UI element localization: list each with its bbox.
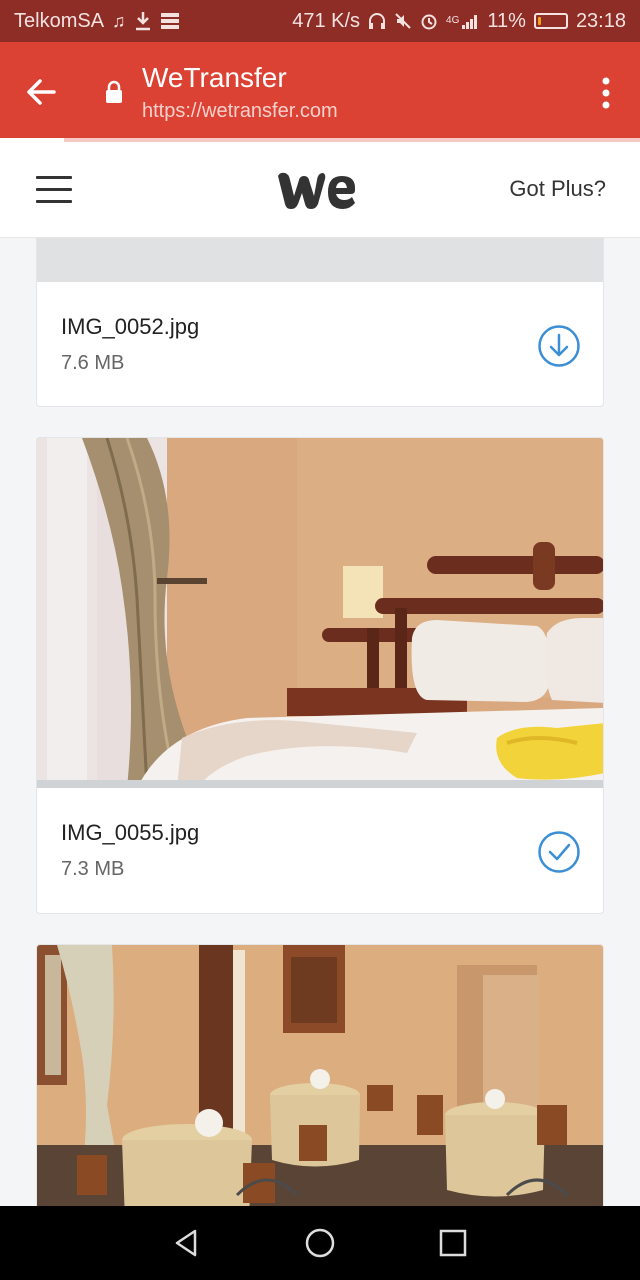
battery-level — [537, 17, 541, 25]
status-bar: TelkomSA ♫ 471 K/s 4G 11% 23:18 — [0, 0, 640, 42]
music-note-icon: ♫ — [112, 10, 126, 31]
file-size: 7.3 MB — [61, 858, 125, 880]
file-list: IMG_0052.jpg 7.6 MB IMG_0055.jpg 7.3 MB — [0, 238, 640, 1206]
status-left: TelkomSA ♫ — [14, 10, 180, 33]
overflow-menu-icon[interactable] — [600, 76, 612, 110]
site-header: Got Plus? — [0, 142, 640, 238]
headphones-icon — [368, 12, 386, 30]
file-name: IMG_0055.jpg — [61, 820, 200, 845]
signal-icon: 4G — [446, 13, 479, 29]
page-title[interactable]: WeTransfer — [142, 62, 287, 94]
nav-recents-icon[interactable] — [437, 1227, 469, 1259]
battery-percent: 11% — [487, 9, 526, 32]
got-plus-link[interactable]: Got Plus? — [509, 176, 606, 202]
browser-bar: WeTransfer https://wetransfer.com — [0, 42, 640, 138]
carrier-label: TelkomSA — [14, 9, 105, 32]
status-right: 471 K/s 4G 11% 23:18 — [292, 10, 626, 33]
download-circle-icon[interactable] — [537, 324, 581, 368]
network-type: 4G — [446, 15, 460, 26]
battery-icon — [533, 13, 568, 29]
nav-back-icon[interactable] — [171, 1227, 203, 1259]
system-nav-bar — [0, 1206, 640, 1280]
hotel-bedroom-photo — [37, 438, 603, 788]
hamburger-menu-icon[interactable] — [36, 176, 72, 204]
file-card[interactable] — [36, 944, 604, 1206]
storage-icon — [160, 12, 180, 30]
back-arrow-icon[interactable] — [22, 72, 62, 112]
file-card[interactable]: IMG_0055.jpg 7.3 MB — [36, 437, 604, 914]
lock-icon — [104, 80, 124, 104]
file-size: 7.6 MB — [61, 352, 125, 374]
checkmark-circle-icon[interactable] — [537, 830, 581, 874]
file-info: IMG_0052.jpg 7.6 MB — [37, 282, 603, 406]
network-speed: 471 K/s — [292, 9, 361, 32]
file-card[interactable]: IMG_0052.jpg 7.6 MB — [36, 238, 604, 407]
mute-icon — [394, 12, 412, 30]
download-icon — [134, 11, 152, 31]
alarm-icon — [420, 12, 438, 30]
clock: 23:18 — [575, 9, 626, 32]
file-name: IMG_0052.jpg — [61, 314, 200, 339]
page-url[interactable]: https://wetransfer.com — [142, 100, 338, 123]
wetransfer-logo[interactable] — [276, 168, 358, 212]
file-info: IMG_0055.jpg 7.3 MB — [37, 788, 603, 912]
nav-home-icon[interactable] — [304, 1227, 336, 1259]
hotel-dining-room-photo — [37, 945, 603, 1206]
file-thumbnail — [37, 238, 603, 282]
